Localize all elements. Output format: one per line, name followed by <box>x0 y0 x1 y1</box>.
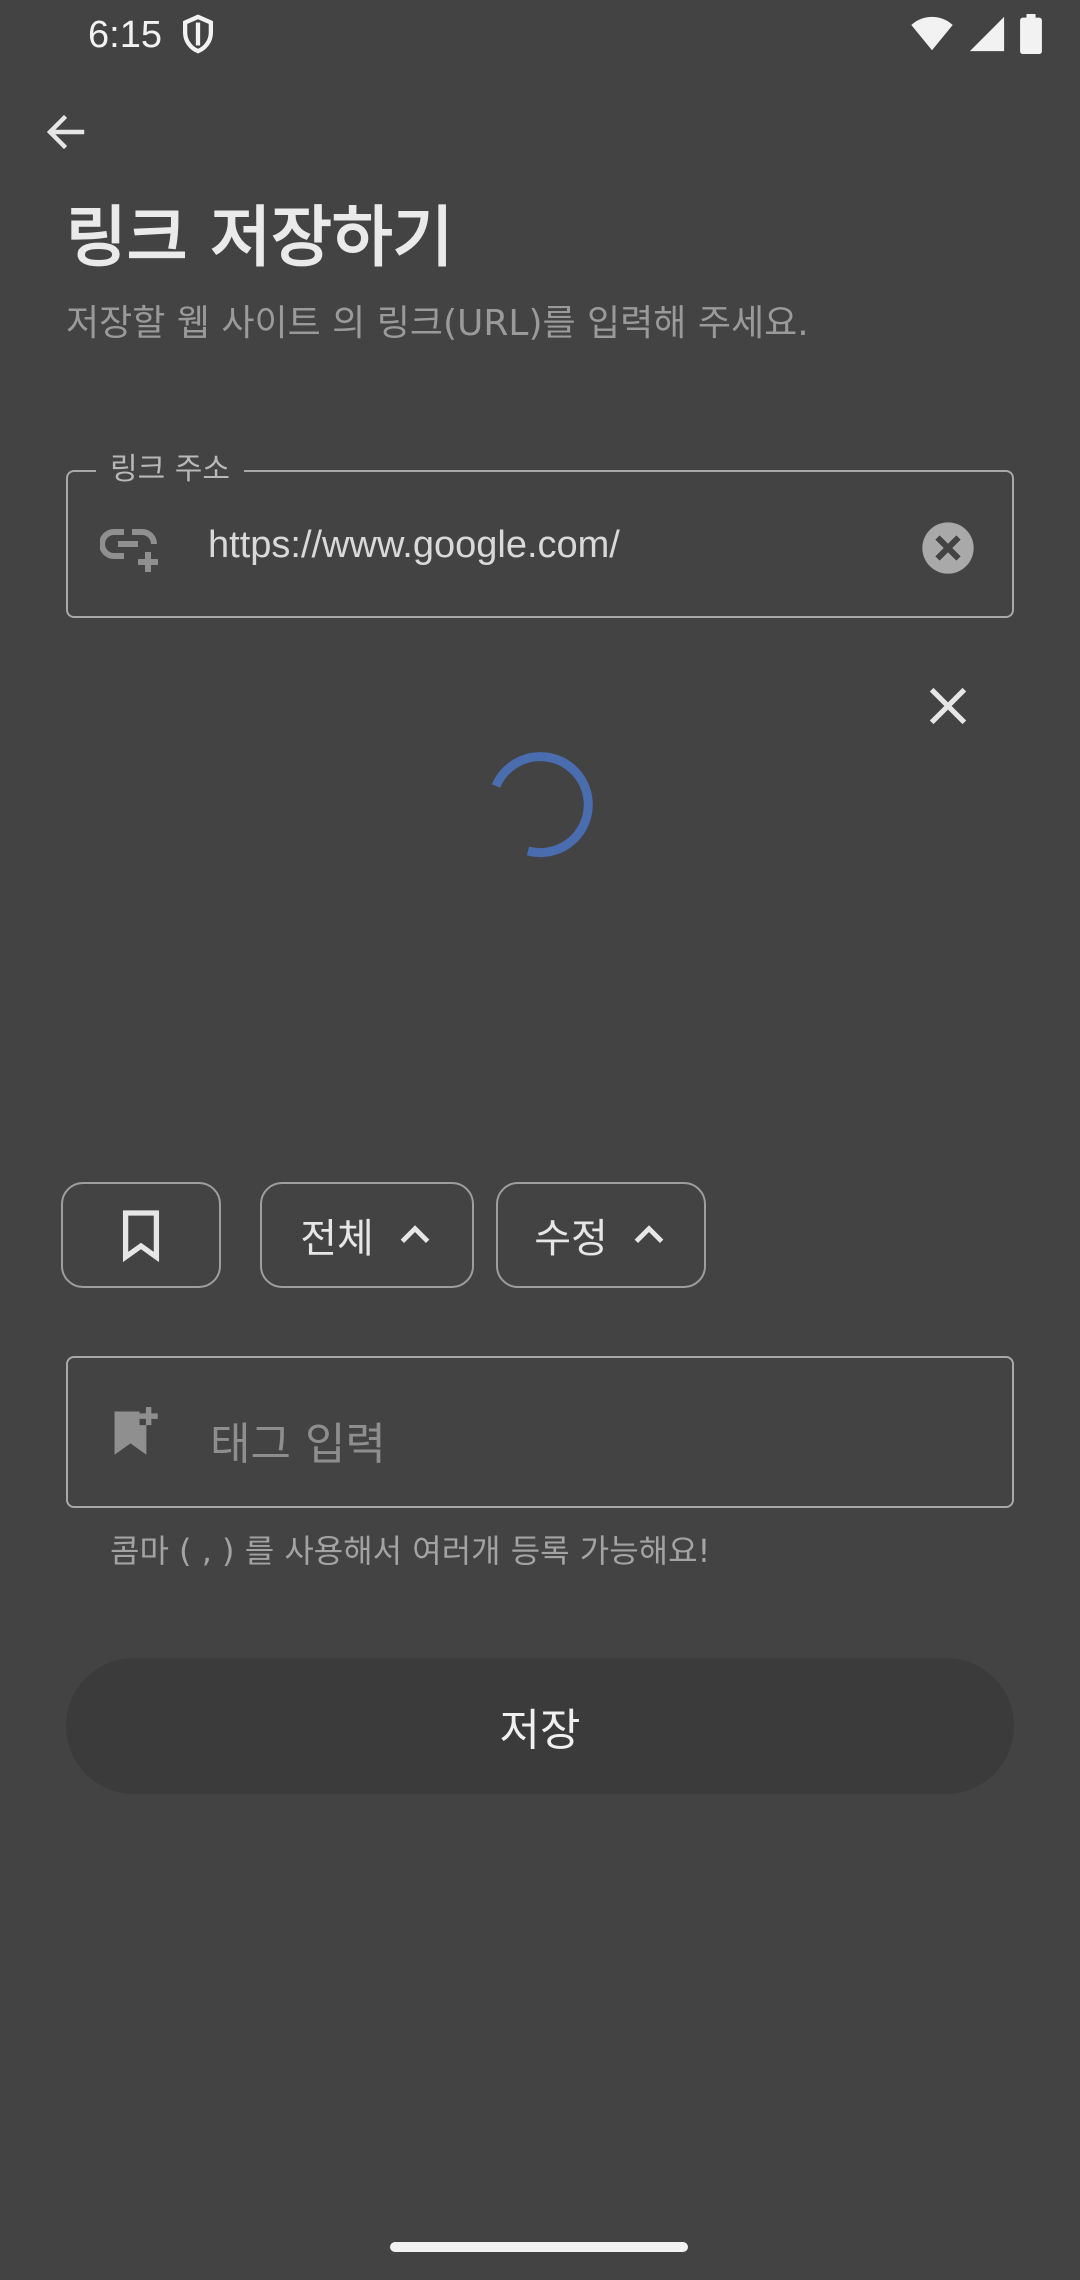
status-icons <box>910 14 1042 54</box>
category-dropdown[interactable]: 전체 <box>260 1182 474 1288</box>
tag-input[interactable]: 태그 입력 <box>210 1408 386 1472</box>
status-time: 6:15 <box>88 14 162 56</box>
bookmark-toggle-button[interactable] <box>61 1182 221 1288</box>
tag-helper-text: 콤마 ( , ) 를 사용해서 여러개 등록 가능해요! <box>110 1532 711 1570</box>
close-icon[interactable] <box>920 678 976 734</box>
page-title: 링크 저장하기 <box>66 199 454 276</box>
signal-icon <box>969 16 1005 52</box>
save-button[interactable]: 저장 <box>66 1658 1014 1794</box>
bookmark-outline-icon <box>122 1210 160 1262</box>
clear-circle-icon[interactable] <box>920 520 976 576</box>
add-link-icon <box>100 529 158 572</box>
back-button[interactable] <box>34 100 98 164</box>
page-subtitle: 저장할 웹 사이트 의 링크(URL)를 입력해 주세요. <box>66 303 809 344</box>
edit-label: 수정 <box>534 1216 608 1262</box>
edit-dropdown[interactable]: 수정 <box>496 1182 706 1288</box>
chevron-up-icon <box>634 1225 664 1244</box>
loading-spinner-icon <box>491 752 593 858</box>
save-button-label: 저장 <box>499 1705 581 1756</box>
tag-input-field[interactable] <box>66 1356 1014 1508</box>
arrow-back-icon <box>46 114 85 150</box>
battery-icon <box>1020 14 1042 54</box>
chevron-up-icon <box>400 1225 430 1244</box>
category-label: 전체 <box>300 1216 374 1262</box>
shield-icon <box>183 14 213 54</box>
wifi-icon <box>911 16 953 51</box>
bookmark-add-icon <box>114 1407 158 1455</box>
link-field-label: 링크 주소 <box>96 450 244 490</box>
home-indicator[interactable] <box>390 2242 688 2252</box>
link-url-input[interactable]: https://www.google.com/ <box>208 524 620 567</box>
